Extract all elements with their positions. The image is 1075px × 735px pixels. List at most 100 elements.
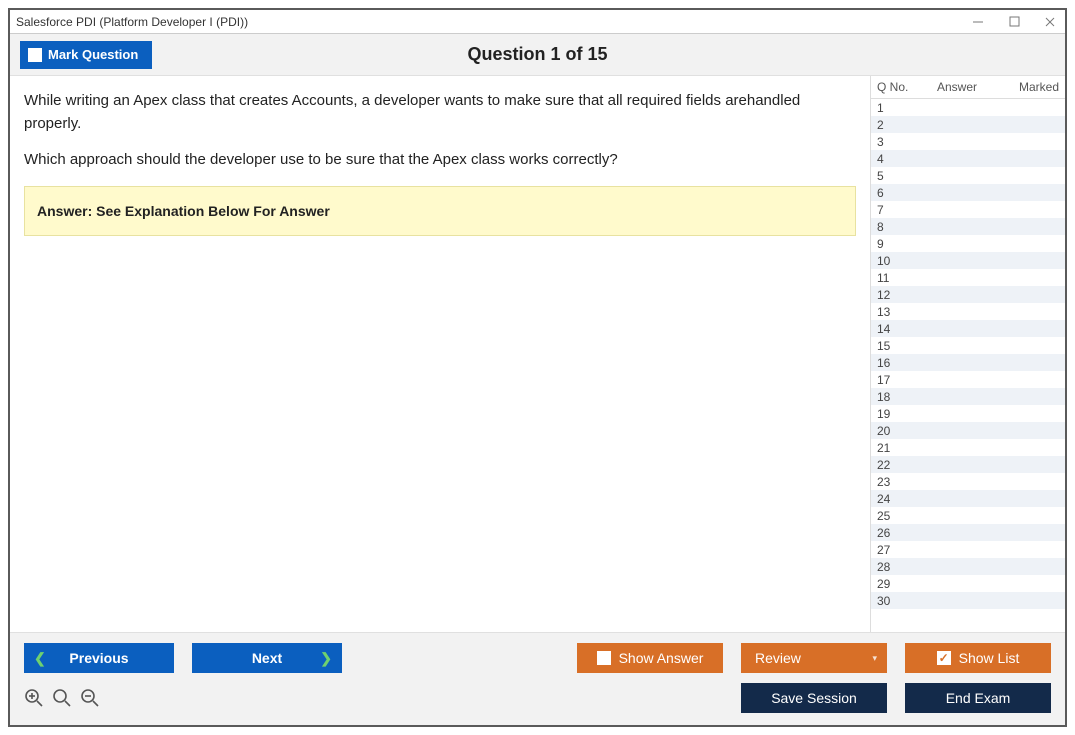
question-list-row[interactable]: 20	[871, 422, 1065, 439]
dropdown-icon: ▾	[872, 653, 877, 664]
zoom-icon[interactable]	[52, 688, 72, 708]
content-area: While writing an Apex class that creates…	[10, 76, 1065, 632]
col-qno-header: Q No.	[877, 80, 911, 94]
review-label: Review	[755, 650, 801, 666]
question-list-panel: Q No. Answer Marked 12345678910111213141…	[870, 76, 1065, 632]
question-list-row[interactable]: 16	[871, 354, 1065, 371]
question-number: 15	[877, 339, 911, 353]
question-number: 24	[877, 492, 911, 506]
question-list-row[interactable]: 23	[871, 473, 1065, 490]
question-list-row[interactable]: 6	[871, 184, 1065, 201]
question-number: 8	[877, 220, 911, 234]
question-list-row[interactable]: 25	[871, 507, 1065, 524]
show-answer-button[interactable]: Show Answer	[577, 643, 723, 673]
question-list-row[interactable]: 2	[871, 116, 1065, 133]
question-number: 23	[877, 475, 911, 489]
question-number: 5	[877, 169, 911, 183]
question-list-row[interactable]: 22	[871, 456, 1065, 473]
question-list-row[interactable]: 17	[871, 371, 1065, 388]
question-number: 4	[877, 152, 911, 166]
question-list-row[interactable]: 7	[871, 201, 1065, 218]
zoom-in-icon[interactable]	[24, 688, 44, 708]
chevron-left-icon: ❮	[34, 650, 46, 667]
question-text-line2: Which approach should the developer use …	[24, 149, 856, 172]
question-list-row[interactable]: 12	[871, 286, 1065, 303]
chevron-right-icon: ❯	[320, 650, 332, 667]
question-list-row[interactable]: 19	[871, 405, 1065, 422]
minimize-button[interactable]	[969, 16, 987, 28]
question-number: 11	[877, 271, 911, 285]
question-list-row[interactable]: 30	[871, 592, 1065, 609]
question-number: 28	[877, 560, 911, 574]
question-panel: While writing an Apex class that creates…	[10, 76, 870, 632]
question-number: 6	[877, 186, 911, 200]
question-list-header: Q No. Answer Marked	[871, 76, 1065, 99]
window-title: Salesforce PDI (Platform Developer I (PD…	[16, 15, 248, 29]
question-list-row[interactable]: 10	[871, 252, 1065, 269]
question-number: 10	[877, 254, 911, 268]
question-number: 12	[877, 288, 911, 302]
question-list-row[interactable]: 28	[871, 558, 1065, 575]
question-number: 25	[877, 509, 911, 523]
app-window: Salesforce PDI (Platform Developer I (PD…	[8, 8, 1067, 727]
question-number: 1	[877, 101, 911, 115]
question-number: 22	[877, 458, 911, 472]
question-number: 27	[877, 543, 911, 557]
question-number: 29	[877, 577, 911, 591]
save-session-button[interactable]: Save Session	[741, 683, 887, 713]
question-list-row[interactable]: 29	[871, 575, 1065, 592]
question-list-row[interactable]: 21	[871, 439, 1065, 456]
question-number: 2	[877, 118, 911, 132]
question-number: 19	[877, 407, 911, 421]
question-counter: Question 1 of 15	[467, 44, 607, 65]
question-list-row[interactable]: 8	[871, 218, 1065, 235]
mark-question-label: Mark Question	[48, 47, 138, 62]
question-list-row[interactable]: 13	[871, 303, 1065, 320]
question-number: 30	[877, 594, 911, 608]
question-list-row[interactable]: 27	[871, 541, 1065, 558]
question-number: 14	[877, 322, 911, 336]
show-answer-label: Show Answer	[619, 650, 704, 666]
zoom-out-icon[interactable]	[80, 688, 100, 708]
mark-question-button[interactable]: Mark Question	[20, 41, 152, 69]
bottombar: ❮ Previous Next ❯ Show Answer Review ▾ ✓…	[10, 632, 1065, 725]
col-marked-header: Marked	[1003, 80, 1059, 94]
window-controls	[969, 16, 1059, 28]
question-number: 3	[877, 135, 911, 149]
question-number: 17	[877, 373, 911, 387]
show-list-label: Show List	[959, 650, 1020, 666]
checkbox-checked-icon: ✓	[937, 651, 951, 665]
question-list-row[interactable]: 15	[871, 337, 1065, 354]
question-list-row[interactable]: 18	[871, 388, 1065, 405]
question-list-row[interactable]: 24	[871, 490, 1065, 507]
question-list-row[interactable]: 26	[871, 524, 1065, 541]
previous-button[interactable]: ❮ Previous	[24, 643, 174, 673]
question-list-row[interactable]: 11	[871, 269, 1065, 286]
question-number: 16	[877, 356, 911, 370]
question-list-row[interactable]: 5	[871, 167, 1065, 184]
question-number: 20	[877, 424, 911, 438]
previous-label: Previous	[69, 650, 128, 666]
question-list-row[interactable]: 3	[871, 133, 1065, 150]
review-button[interactable]: Review ▾	[741, 643, 887, 673]
show-list-button[interactable]: ✓ Show List	[905, 643, 1051, 673]
question-number: 21	[877, 441, 911, 455]
question-list-scroll[interactable]: 1234567891011121314151617181920212223242…	[871, 99, 1065, 632]
question-list-row[interactable]: 14	[871, 320, 1065, 337]
question-list-row[interactable]: 1	[871, 99, 1065, 116]
checkbox-icon	[28, 48, 42, 62]
question-number: 9	[877, 237, 911, 251]
titlebar: Salesforce PDI (Platform Developer I (PD…	[10, 10, 1065, 34]
question-number: 26	[877, 526, 911, 540]
next-button[interactable]: Next ❯	[192, 643, 342, 673]
question-text-line1: While writing an Apex class that creates…	[24, 90, 856, 135]
close-button[interactable]	[1041, 16, 1059, 28]
end-exam-button[interactable]: End Exam	[905, 683, 1051, 713]
next-label: Next	[252, 650, 282, 666]
topbar: Mark Question Question 1 of 15	[10, 34, 1065, 76]
maximize-button[interactable]	[1005, 16, 1023, 27]
question-number: 13	[877, 305, 911, 319]
zoom-controls	[24, 688, 100, 708]
question-list-row[interactable]: 4	[871, 150, 1065, 167]
question-list-row[interactable]: 9	[871, 235, 1065, 252]
